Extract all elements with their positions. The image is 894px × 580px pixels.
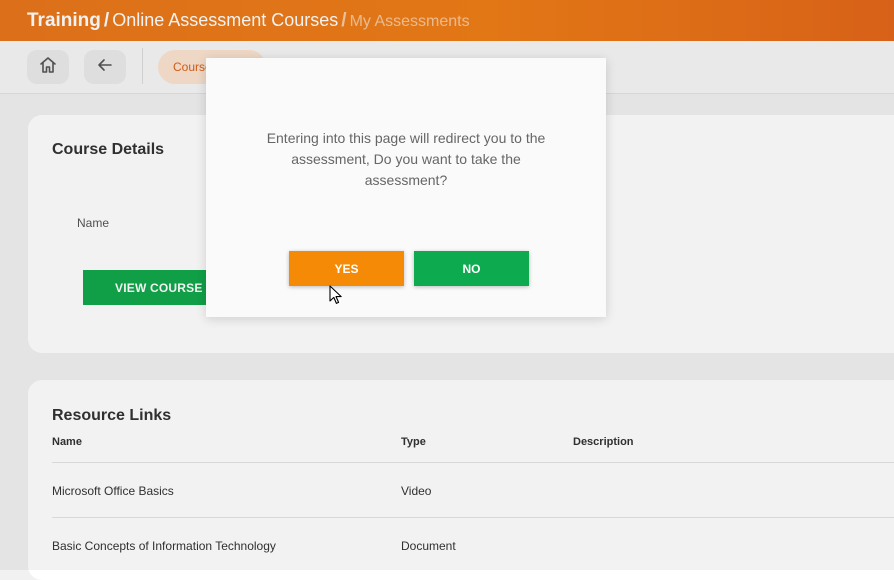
mouse-cursor-icon [329, 285, 343, 310]
yes-button[interactable]: YES [289, 251, 404, 286]
no-button[interactable]: NO [414, 251, 529, 286]
confirm-dialog: Entering into this page will redirect yo… [206, 58, 606, 317]
dialog-message: Entering into this page will redirect yo… [266, 130, 546, 188]
